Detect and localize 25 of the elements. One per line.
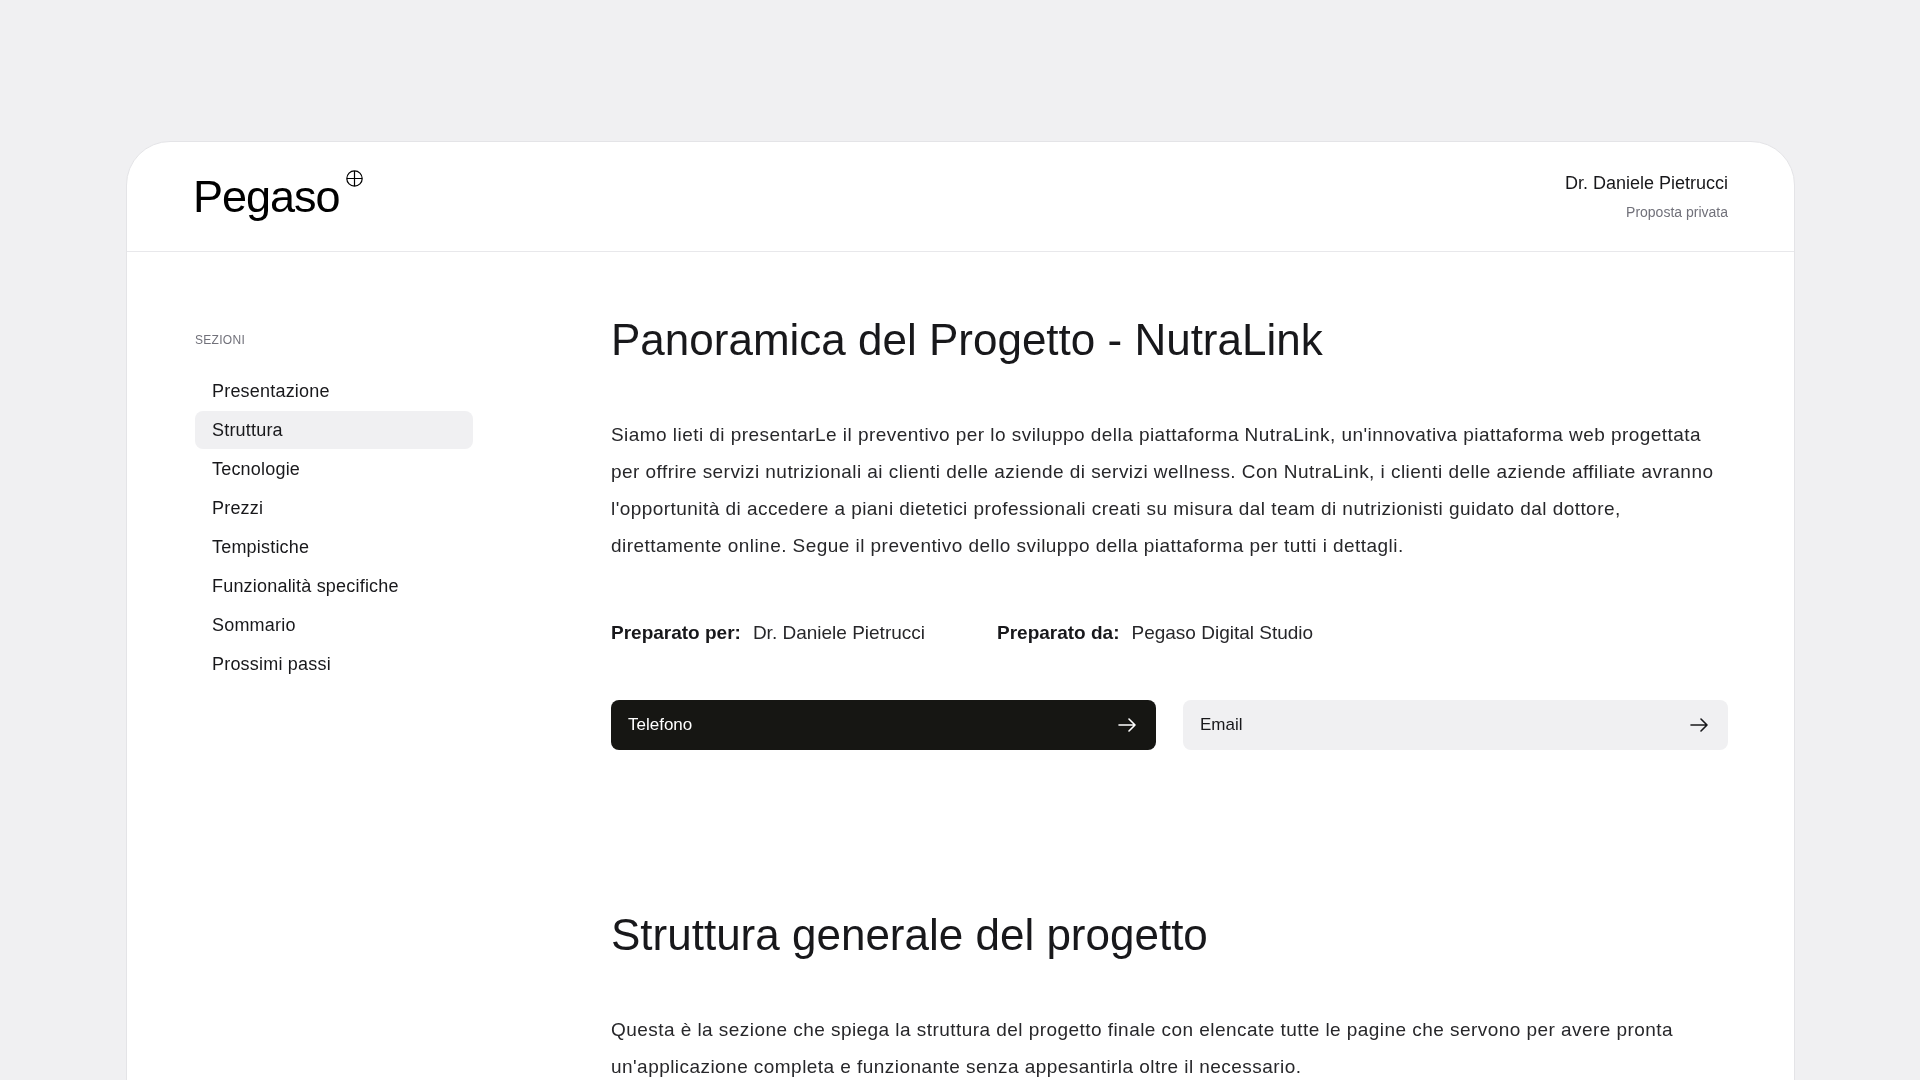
prepared-value: Pegaso Digital Studio (1131, 621, 1314, 645)
logo-wordmark: Pegaso (193, 174, 340, 219)
prepared-label: Preparato per: (611, 621, 741, 645)
sidebar-item[interactable]: Prezzi (195, 489, 473, 527)
prepared-value: Dr. Daniele Pietrucci (752, 621, 925, 645)
sidebar-item[interactable]: Sommario (195, 606, 473, 644)
sidebar-item[interactable]: Tempistiche (195, 528, 473, 566)
arrow-right-icon (1690, 718, 1708, 732)
sidebar-item[interactable]: Prossimi passi (195, 645, 473, 683)
sidebar-item[interactable]: Funzionalità specifiche (195, 567, 473, 605)
client-name: Dr. Daniele Pietrucci (1564, 172, 1728, 194)
arrow-right-icon (1118, 718, 1136, 732)
section-title: Panoramica del Progetto - NutraLink (611, 316, 1324, 364)
contact-button[interactable]: Telefono (611, 700, 1156, 750)
section-paragraph: Siamo lieti di presentarLe il preventivo per lo sviluppo della piattaforma NutraLink, un'innovativa piattaforma web progettata per offrire servizi nutrizionali ai clienti delle aziende di servizi wellness. Con NutraLink, i clienti delle aziende affiliate avranno l'opportunità di accedere a piani dietetici professionali creati su misura dal team di nutrizionisti guidato dal dottore, direttamente online. Segue il preventivo dello sviluppo della piattaforma per tutti i dettagli. (611, 423, 1715, 558)
sidebar-item[interactable]: Presentazione (195, 372, 473, 410)
prepared-label: Preparato da: (997, 621, 1120, 645)
proposal-label: Proposta privata (1626, 203, 1728, 221)
circled-plus-icon (345, 170, 363, 187)
contact-button[interactable]: Email (1183, 700, 1728, 750)
sidebar-heading: SEZIONI (195, 332, 247, 348)
section-paragraph: Questa è la sezione che spiega la struttura del progetto finale con elencate tutte le pagine che servono per avere pronta un'applicazione completa e funzionante senza appesantirla oltre il necessario. (611, 1018, 1675, 1079)
section-title: Struttura generale del progetto (611, 911, 1209, 959)
sidebar-item[interactable]: Tecnologie (195, 450, 473, 488)
sidebar-item[interactable]: Struttura (195, 411, 473, 449)
